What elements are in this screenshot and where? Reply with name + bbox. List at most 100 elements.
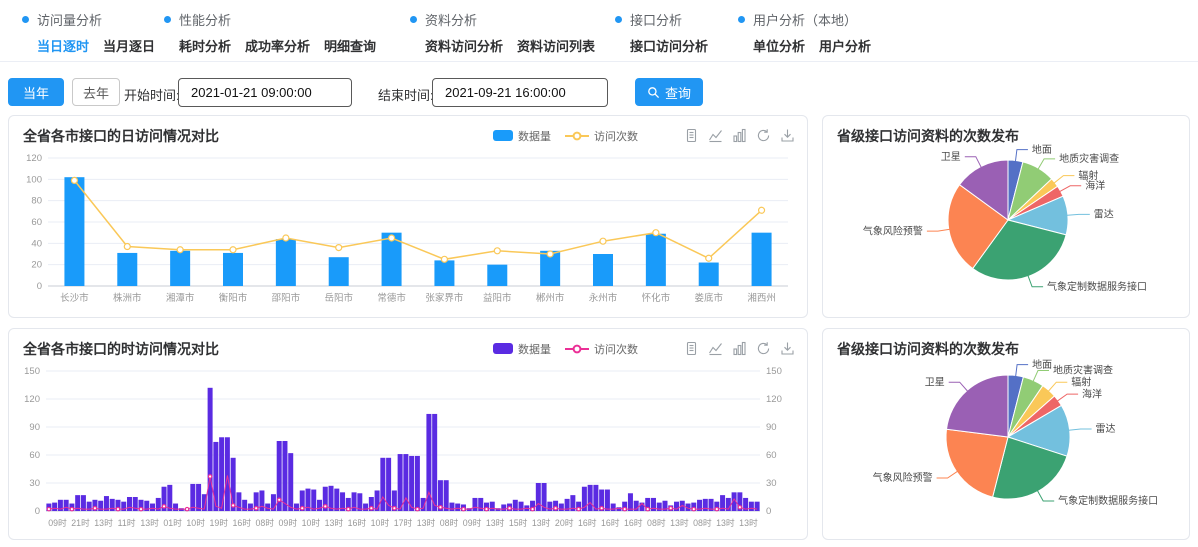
nav-item-1-0[interactable]: 耗时分析 [179, 36, 231, 55]
bar[interactable] [699, 263, 719, 286]
bar[interactable] [605, 490, 610, 511]
restore-icon[interactable] [756, 128, 771, 143]
bar[interactable] [276, 239, 296, 286]
bar[interactable] [403, 454, 408, 511]
bar[interactable] [64, 500, 69, 511]
bar[interactable] [432, 414, 437, 511]
data-view-icon[interactable] [684, 128, 699, 143]
bar[interactable] [64, 177, 84, 286]
bar[interactable] [225, 437, 230, 511]
pie2-canvas[interactable]: 地面地质灾害调查辐射海洋雷达气象定制数据服务接口气象风险预警卫星 [823, 329, 1189, 539]
bar[interactable] [259, 490, 264, 511]
bar[interactable] [415, 456, 420, 511]
pie-slice-卫星[interactable] [947, 375, 1009, 437]
save-image-icon[interactable] [780, 341, 795, 356]
bar[interactable] [752, 233, 772, 286]
bar[interactable] [170, 251, 190, 286]
daily-chart-canvas[interactable]: 020406080100120长沙市株洲市湘潭市衡阳市邵阳市岳阳市常德市张家界市… [16, 146, 800, 310]
data-view-icon[interactable] [684, 341, 699, 356]
province-pie-panel-1: 省级接口访问资料的次数发布 地面地质灾害调查辐射海洋雷达气象定制数据服务接口气象… [822, 115, 1190, 318]
nav-item-0-0[interactable]: 当日逐时 [37, 36, 89, 55]
bar[interactable] [559, 504, 564, 511]
bar[interactable] [317, 500, 322, 511]
legend-item-访问次数[interactable]: 访问次数 [565, 128, 638, 144]
bar[interactable] [657, 503, 662, 511]
nav-item-2-0[interactable]: 资料访问分析 [425, 36, 503, 55]
bar[interactable] [294, 504, 299, 511]
line-marker [441, 256, 447, 262]
switch-to-bar-icon[interactable] [732, 128, 747, 143]
bar[interactable] [375, 490, 380, 511]
bar[interactable] [282, 441, 287, 511]
switch-to-line-icon[interactable] [708, 128, 723, 143]
bar[interactable] [173, 504, 178, 511]
bar[interactable] [213, 442, 218, 511]
bars-group[interactable] [46, 388, 759, 511]
bar[interactable] [646, 234, 666, 286]
bar[interactable] [472, 498, 477, 511]
bar[interactable] [380, 458, 385, 511]
restore-icon[interactable] [756, 341, 771, 356]
bar[interactable] [334, 489, 339, 511]
bar[interactable] [127, 497, 132, 511]
legend-item-数据量[interactable]: 数据量 [493, 341, 551, 357]
bar[interactable] [651, 498, 656, 511]
bar[interactable] [490, 502, 495, 511]
bar[interactable] [501, 504, 506, 511]
x-axis-tick-label: 08时 [256, 517, 275, 528]
nav-item-0-1[interactable]: 当月逐日 [103, 36, 155, 55]
legend-item-数据量[interactable]: 数据量 [493, 128, 551, 144]
legend-item-访问次数[interactable]: 访问次数 [565, 341, 638, 357]
end-time-input[interactable] [432, 78, 608, 107]
nav-item-4-1[interactable]: 用户分析 [819, 36, 871, 55]
this-year-button[interactable]: 当年 [8, 78, 64, 106]
bar[interactable] [444, 480, 449, 511]
start-time-input[interactable] [178, 78, 352, 107]
bar[interactable] [455, 504, 460, 511]
bar[interactable] [703, 499, 708, 511]
bar[interactable] [478, 498, 483, 511]
bar[interactable] [110, 499, 115, 511]
switch-to-bar-icon[interactable] [732, 341, 747, 356]
nav-item-1-2[interactable]: 明细查询 [324, 36, 376, 55]
bar[interactable] [288, 453, 293, 511]
bar[interactable] [593, 254, 613, 286]
bar[interactable] [208, 388, 213, 511]
bar[interactable] [755, 502, 760, 511]
bar[interactable] [588, 485, 593, 511]
bar[interactable] [167, 485, 172, 511]
bar[interactable] [536, 483, 541, 511]
bar[interactable] [52, 503, 57, 511]
nav-item-2-1[interactable]: 资料访问列表 [517, 36, 595, 55]
bar[interactable] [749, 502, 754, 511]
hourly-chart-canvas[interactable]: 0030306060909012012015015009时21时13时11时13… [16, 359, 800, 533]
bar[interactable] [449, 503, 454, 511]
bar[interactable] [150, 504, 155, 511]
bar[interactable] [409, 456, 414, 511]
bar[interactable] [487, 265, 507, 286]
bar[interactable] [248, 504, 253, 511]
bar[interactable] [329, 257, 349, 286]
nav-item-3-0[interactable]: 接口访问分析 [630, 36, 708, 55]
nav-item-1-1[interactable]: 成功率分析 [245, 36, 310, 55]
bar[interactable] [117, 253, 137, 286]
bars-group[interactable] [64, 177, 771, 286]
bar[interactable] [628, 493, 633, 511]
nav-item-4-0[interactable]: 单位分析 [753, 36, 805, 55]
bar[interactable] [398, 454, 403, 511]
switch-to-line-icon[interactable] [708, 341, 723, 356]
last-year-button[interactable]: 去年 [72, 78, 120, 106]
bar[interactable] [223, 253, 243, 286]
x-axis-tick-label: 株洲市 [113, 292, 142, 304]
bar[interactable] [363, 504, 368, 511]
bar[interactable] [611, 504, 616, 511]
line-marker [706, 255, 712, 261]
bar[interactable] [311, 490, 316, 511]
pie1-canvas[interactable]: 地面地质灾害调查辐射海洋雷达气象定制数据服务接口气象风险预警卫星 [823, 116, 1189, 317]
bar[interactable] [196, 484, 201, 511]
save-image-icon[interactable] [780, 128, 795, 143]
line-marker [547, 251, 553, 257]
search-button[interactable]: 查询 [635, 78, 703, 106]
bar[interactable] [434, 260, 454, 286]
y-axis-right-tick-label: 0 [766, 506, 771, 517]
